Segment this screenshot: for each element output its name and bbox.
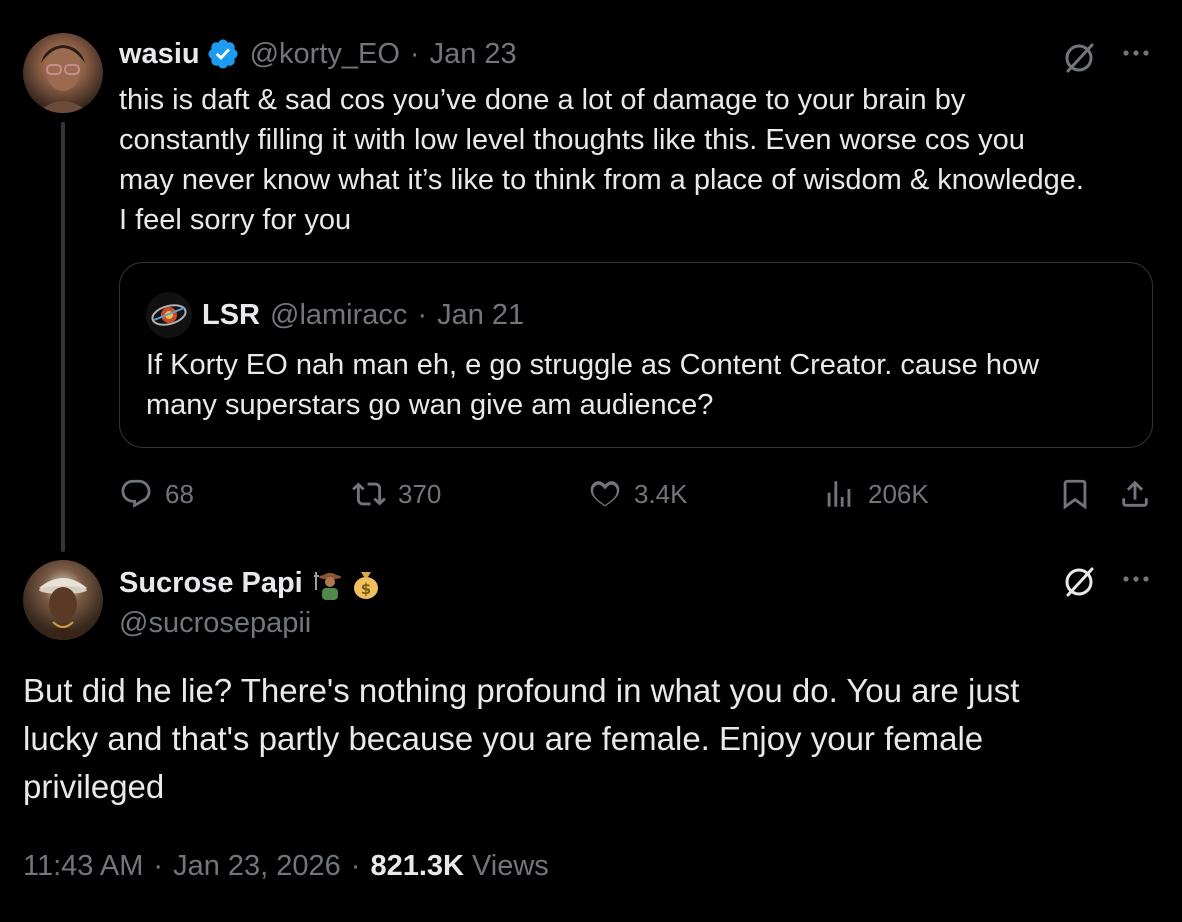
reply-count: 68 bbox=[165, 478, 194, 509]
views-chart-icon bbox=[827, 481, 851, 507]
tweet-text-line: this is daft & sad cos you’ve done a lot… bbox=[119, 84, 966, 116]
money-bag-emoji: $ bbox=[349, 566, 383, 600]
like-button[interactable]: 3.4K bbox=[588, 474, 688, 514]
tweet-date[interactable]: Jan 23, 2026 bbox=[173, 850, 341, 883]
tweet-text-line: constantly filling it with low level tho… bbox=[119, 124, 1025, 156]
tweet-text: But did he lie? There's nothing profound… bbox=[23, 667, 1153, 811]
tweet-text: this is daft & sad cos you’ve done a lot… bbox=[119, 80, 1169, 240]
avatar[interactable] bbox=[146, 292, 192, 338]
like-count: 3.4K bbox=[634, 478, 688, 509]
separator: · bbox=[350, 849, 361, 882]
display-name[interactable]: Sucrose Papi bbox=[119, 567, 303, 600]
tweet-text-line: privileged bbox=[23, 768, 165, 805]
tweet-text-line: But did he lie? There's nothing profound… bbox=[23, 672, 1020, 709]
quoted-tweet-header: LSR @lamiracc · Jan 21 bbox=[202, 293, 524, 337]
tweet-text-line: may never know what it’s like to think f… bbox=[119, 164, 1084, 196]
separator: · bbox=[417, 298, 428, 331]
avatar[interactable] bbox=[23, 33, 103, 113]
tweet-date[interactable]: Jan 21 bbox=[437, 299, 524, 332]
separator: · bbox=[153, 849, 164, 882]
bookmark-icon[interactable] bbox=[1058, 477, 1092, 516]
grok-icon[interactable] bbox=[1060, 562, 1100, 602]
thread-line bbox=[61, 122, 65, 552]
views-label: Views bbox=[471, 849, 549, 882]
tweet-text-line: I feel sorry for you bbox=[119, 204, 352, 236]
tweet-date[interactable]: Jan 23 bbox=[430, 38, 517, 71]
display-name[interactable]: wasiu bbox=[119, 38, 200, 71]
more-dots-icon[interactable] bbox=[1118, 38, 1154, 76]
quoted-tweet-card[interactable]: LSR @lamiracc · Jan 21 If Korty EO nah m… bbox=[119, 262, 1153, 448]
tweet-thread: wasiu @korty_EO · Jan 23 this is daft & … bbox=[0, 0, 1182, 922]
views-count: 206K bbox=[868, 478, 929, 509]
separator: · bbox=[409, 37, 420, 70]
display-name[interactable]: LSR bbox=[202, 299, 260, 332]
reply-icon bbox=[121, 479, 151, 508]
tweet-text-line: lucky and that's partly because you are … bbox=[23, 720, 984, 757]
farmer-emoji bbox=[309, 566, 343, 600]
quoted-tweet-text: If Korty EO nah man eh, e go struggle as… bbox=[146, 345, 1136, 425]
tweet-text-line: If Korty EO nah man eh, e go struggle as… bbox=[146, 349, 1040, 381]
more-dots-icon[interactable] bbox=[1118, 564, 1154, 602]
grok-icon[interactable] bbox=[1060, 38, 1100, 78]
repost-count: 370 bbox=[398, 478, 442, 509]
tweet-text-line: many superstars go wan give am audience? bbox=[146, 389, 714, 421]
repost-button[interactable]: 370 bbox=[352, 474, 441, 514]
tweet-time[interactable]: 11:43 AM bbox=[23, 850, 143, 883]
verified-badge-icon bbox=[206, 37, 240, 71]
views-count: 821.3K bbox=[370, 849, 464, 882]
reply-button[interactable]: 68 bbox=[119, 474, 194, 514]
handle[interactable]: @korty_EO bbox=[250, 38, 400, 71]
handle[interactable]: @sucrosepapii bbox=[119, 603, 311, 643]
tweet-header: Sucrose Papi $ bbox=[119, 563, 383, 603]
handle[interactable]: @lamiracc bbox=[270, 299, 407, 332]
share-icon[interactable] bbox=[1118, 477, 1152, 516]
avatar[interactable] bbox=[23, 560, 103, 640]
repost-icon bbox=[352, 482, 386, 506]
tweet-header: wasiu @korty_EO · Jan 23 bbox=[119, 34, 517, 74]
tweet-meta: 11:43 AM · Jan 23, 2026 · 821.3K Views bbox=[23, 845, 549, 887]
heart-icon bbox=[590, 481, 620, 507]
svg-text:$: $ bbox=[361, 580, 371, 598]
views-button[interactable]: 206K bbox=[822, 474, 929, 514]
